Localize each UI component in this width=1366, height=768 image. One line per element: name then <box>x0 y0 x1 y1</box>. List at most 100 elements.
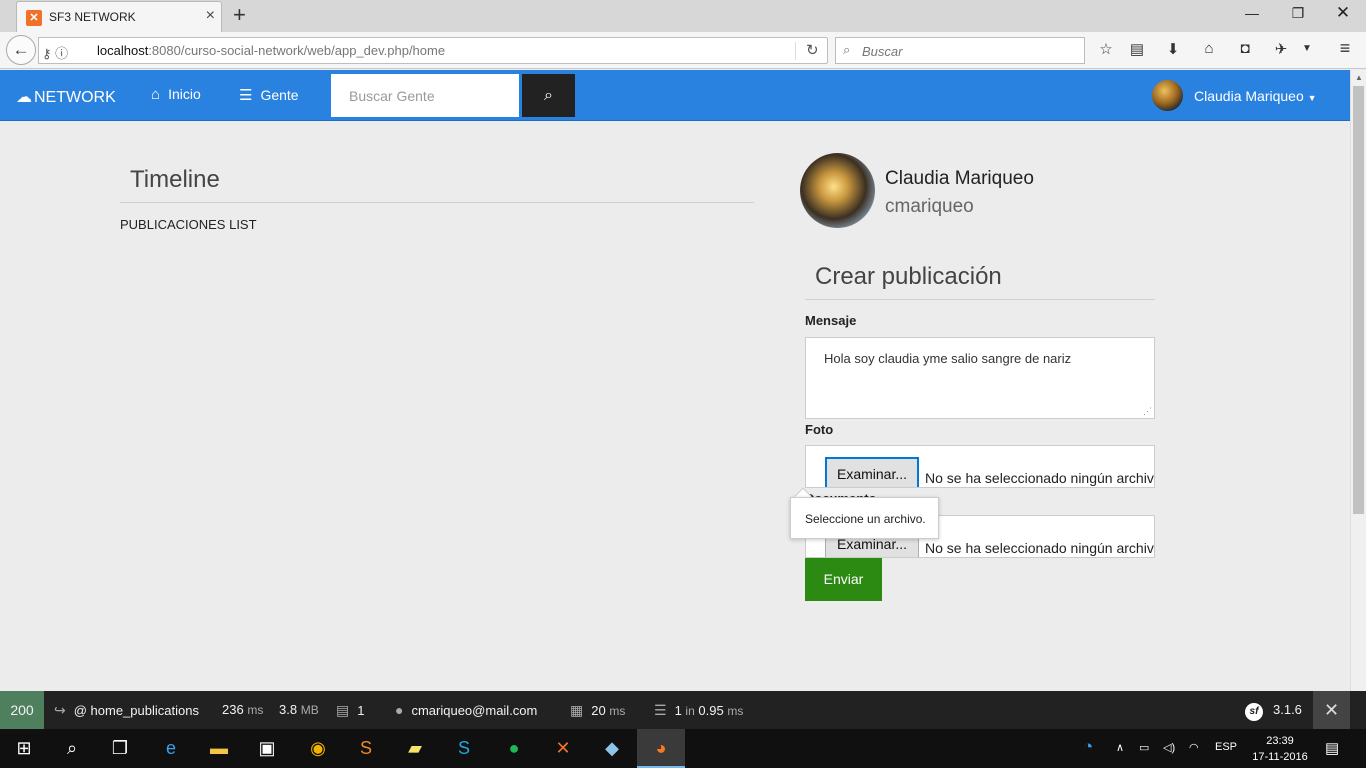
sublime-text-icon[interactable]: S <box>342 729 390 768</box>
forms-count: 1 <box>357 703 365 718</box>
new-tab-icon[interactable]: + <box>233 4 246 26</box>
brand[interactable]: ☁ NETWORK <box>16 87 116 107</box>
home-icon: ⌂ <box>151 86 161 103</box>
cloud-icon: ☁ <box>16 89 32 106</box>
time-item[interactable]: 236 ms <box>222 702 263 717</box>
route-name: @ home_publications <box>73 703 199 718</box>
list-icon: ☰ <box>239 87 253 104</box>
battery-icon[interactable]: ▭ <box>1139 741 1149 754</box>
pocket-icon[interactable]: ◘ <box>1234 40 1256 57</box>
route-item[interactable]: ↪ @ home_publications <box>54 702 199 719</box>
clock-date: 17-11-2016 <box>1252 751 1308 763</box>
profile-name[interactable]: Claudia Mariqueo <box>885 168 1034 190</box>
skype-icon[interactable]: S <box>440 729 488 768</box>
user-menu-name: Claudia Mariqueo ▼ <box>1194 88 1317 104</box>
clock[interactable]: 23:39 17-11-2016 <box>1250 733 1310 765</box>
twig-unit: ms <box>609 704 626 718</box>
db-time: 0.95 <box>698 703 724 718</box>
action-center-icon[interactable]: ▤ <box>1325 739 1339 757</box>
divider <box>120 202 754 203</box>
database-icon: ☰ <box>654 702 667 718</box>
volume-icon[interactable]: ◁) <box>1163 741 1175 754</box>
people-search-input[interactable] <box>331 74 519 117</box>
page-scrollbar[interactable]: ▲ ▼ <box>1350 70 1366 728</box>
close-toolbar-icon[interactable]: ✕ <box>1313 691 1350 729</box>
photo-label: Foto <box>805 422 834 437</box>
time-value: 236 <box>222 702 244 717</box>
minimize-icon[interactable]: — <box>1242 5 1262 21</box>
browser-toolbar: ⚷ ⓘ localhost:8080/curso-social-network/… <box>0 32 1366 69</box>
photo-file-input[interactable]: Examinar... No se ha seleccionado ningún… <box>805 445 1155 488</box>
forms-item[interactable]: ▤ 1 <box>336 702 364 719</box>
update-warning-icon[interactable]: ◔ <box>1083 737 1093 757</box>
symfony-version-item[interactable]: sf 3.1.6 <box>1245 702 1302 721</box>
resize-grip-icon[interactable]: ⋰ <box>1143 406 1152 417</box>
scroll-thumb[interactable] <box>1353 86 1364 514</box>
reload-icon[interactable]: ↻ <box>806 41 819 59</box>
browser-search-input[interactable]: ⌕ Buscar <box>835 37 1085 64</box>
windows-start-icon[interactable]: ⊞ <box>0 729 48 768</box>
user-icon: ● <box>395 702 404 718</box>
message-textarea[interactable]: Hola soy claudia yme salio sangre de nar… <box>805 337 1155 419</box>
store-icon[interactable]: ▣ <box>243 729 291 768</box>
show-hidden-icons-icon[interactable]: ∧ <box>1116 741 1124 754</box>
layout-icon: ▦ <box>570 702 584 718</box>
home-icon[interactable]: ⌂ <box>1198 40 1220 57</box>
url-text[interactable]: localhost:8080/curso-social-network/web/… <box>97 43 445 58</box>
database-item[interactable]: ☰ 1 in 0.95 ms <box>654 702 743 719</box>
user-item[interactable]: ● cmariqueo@mail.com <box>395 702 537 718</box>
sticky-notes-icon[interactable]: ▰ <box>391 729 439 768</box>
profile-avatar[interactable] <box>800 153 875 228</box>
validation-tooltip: Seleccione un archivo. <box>790 497 939 539</box>
page: ☁NETWORK ⌂ Inicio ☰ Gente ⌕ Claudia Mariqu… <box>0 70 1350 691</box>
close-tab-icon[interactable]: × <box>206 8 215 24</box>
photo-browse-button[interactable]: Examinar... <box>825 457 919 487</box>
browser-tabstrip: ✕ SF3 NETWORK × + — ❐ ✕ <box>0 0 1366 32</box>
download-icon[interactable]: ⬇ <box>1162 40 1184 58</box>
redirect-arrow-icon: ↪ <box>54 702 66 718</box>
create-publication-title: Crear publicación <box>815 263 1002 290</box>
twig-item[interactable]: ▦ 20 ms <box>570 702 625 719</box>
submit-button[interactable]: Enviar <box>805 558 882 601</box>
scroll-up-icon[interactable]: ▲ <box>1351 73 1366 82</box>
menu-icon[interactable]: ≡ <box>1334 38 1356 59</box>
xampp-icon[interactable]: ✕ <box>539 729 587 768</box>
browser-tab[interactable]: ✕ SF3 NETWORK × <box>16 1 222 32</box>
search-icon: ⌕ <box>843 42 851 57</box>
wifi-icon[interactable]: ◠ <box>1189 741 1199 754</box>
file-explorer-icon[interactable]: ▬ <box>195 729 243 768</box>
url-divider <box>795 42 796 60</box>
message-label: Mensaje <box>805 313 857 328</box>
firefox-icon[interactable]: ◕ <box>637 729 685 768</box>
window-close-icon[interactable]: ✕ <box>1333 3 1353 23</box>
symfony-logo-icon: sf <box>1245 703 1263 721</box>
extension-dropdown-icon[interactable]: ▼ <box>1296 43 1318 54</box>
nav-inicio-label: Inicio <box>168 86 201 102</box>
symfony-debug-toolbar: 200 ↪ @ home_publications 236 ms 3.8 MB ▤… <box>0 691 1366 729</box>
virtualbox-icon[interactable]: ◆ <box>588 729 636 768</box>
chrome-icon[interactable]: ◉ <box>294 729 342 768</box>
bookmark-star-icon[interactable]: ☆ <box>1095 40 1117 58</box>
site-info-icon[interactable]: ⚷ ⓘ <box>42 43 68 62</box>
symfony-version: 3.1.6 <box>1273 702 1302 717</box>
memory-value: 3.8 <box>279 702 298 717</box>
language-indicator[interactable]: ESP <box>1215 741 1237 753</box>
publications-list-label: PUBLICACIONES LIST <box>120 217 257 232</box>
task-view-icon[interactable]: ❐ <box>96 729 144 768</box>
maximize-icon[interactable]: ❐ <box>1288 5 1308 22</box>
search-icon[interactable]: ⌕ <box>48 729 96 768</box>
status-badge[interactable]: 200 <box>0 691 44 729</box>
nav-inicio[interactable]: ⌂ Inicio <box>151 86 201 103</box>
back-button[interactable]: ← <box>6 35 36 65</box>
nav-gente[interactable]: ☰ Gente <box>239 86 299 104</box>
brand-label: NETWORK <box>34 89 116 106</box>
clipboard-icon: ▤ <box>336 702 350 718</box>
edge-icon[interactable]: e <box>147 729 195 768</box>
people-search-button[interactable]: ⌕ <box>522 74 575 117</box>
reading-list-icon[interactable]: ▤ <box>1126 40 1148 58</box>
url-bar[interactable]: ⚷ ⓘ localhost:8080/curso-social-network/… <box>38 37 828 64</box>
extension-icon[interactable]: ✈ <box>1270 40 1292 58</box>
memory-item[interactable]: 3.8 MB <box>279 702 319 717</box>
browser-search-placeholder: Buscar <box>862 44 903 59</box>
spotify-icon[interactable]: ● <box>490 729 538 768</box>
